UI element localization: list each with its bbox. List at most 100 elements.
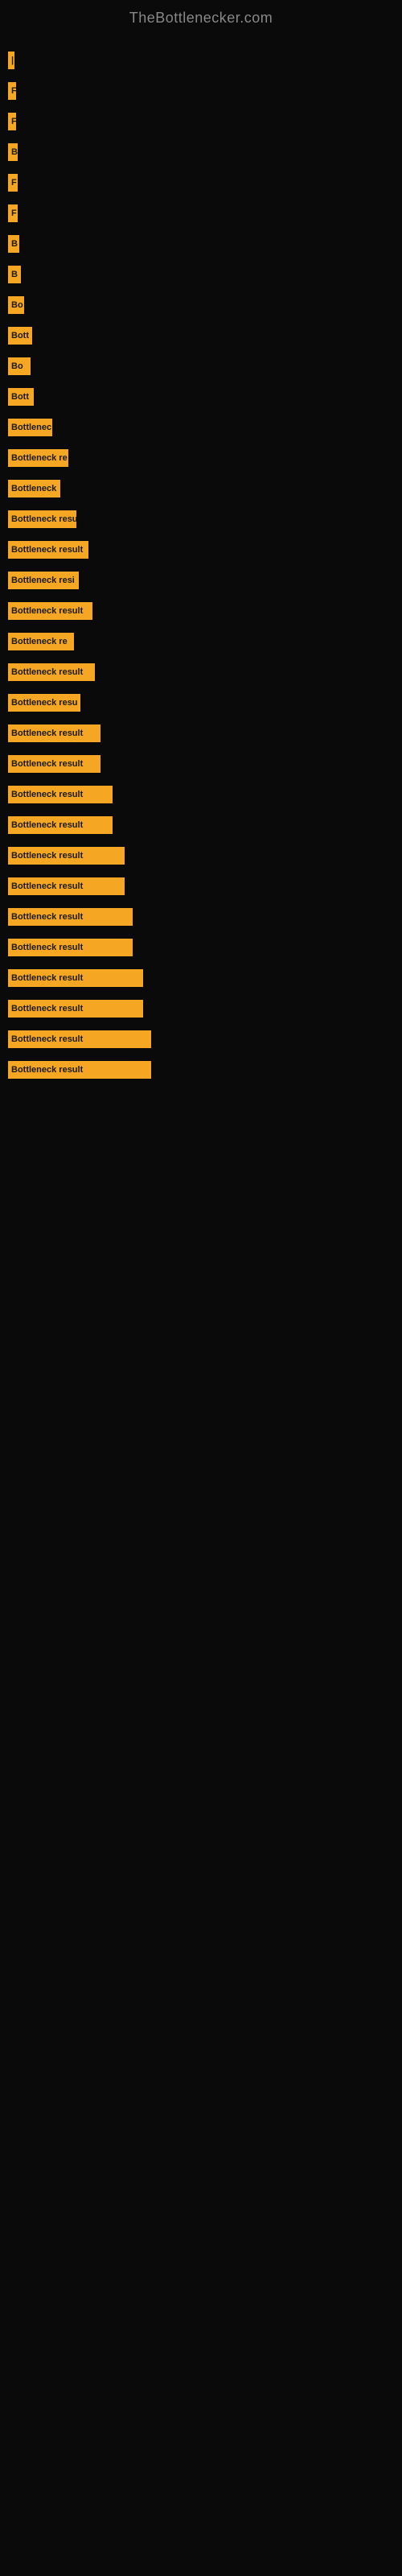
bar-row: Bottleneck result	[0, 814, 402, 836]
bar-item: Bott	[8, 388, 34, 406]
bar-item: Bottleneck result	[8, 1000, 143, 1018]
bar-row: Bottlenec	[0, 416, 402, 439]
bar-row: Bottleneck re	[0, 447, 402, 469]
bar-row: Bottleneck result	[0, 783, 402, 806]
bar-row: Bottleneck result	[0, 539, 402, 561]
bar-item: Bottleneck result	[8, 724, 100, 742]
bar-label: B	[11, 239, 18, 249]
bar-item: Bottleneck result	[8, 816, 113, 834]
bar-item: Bottleneck resu	[8, 510, 76, 528]
bar-label: Bottleneck result	[11, 545, 83, 555]
bar-label: Bott	[11, 392, 29, 402]
bar-item: F	[8, 204, 18, 222]
bar-label: |	[11, 56, 14, 65]
bar-row: Bottleneck result	[0, 661, 402, 683]
bar-label: Bottleneck result	[11, 1004, 83, 1013]
bar-item: Bott	[8, 327, 32, 345]
bar-item: Bottleneck resu	[8, 694, 80, 712]
bar-label: Bottleneck result	[11, 851, 83, 861]
bar-item: Bottleneck result	[8, 939, 133, 956]
bar-label: Bottleneck result	[11, 667, 83, 677]
bars-container: | F F B F F B B Bo Bott Bo Bott Bottlenec Bottleneck …	[0, 33, 402, 1105]
bar-label: Bo	[11, 300, 23, 310]
bar-item: B	[8, 235, 19, 253]
bar-label: Bottleneck result	[11, 759, 83, 769]
bar-item: Bottleneck result	[8, 1030, 151, 1048]
bar-row: F	[0, 202, 402, 225]
bar-row: Bottleneck result	[0, 1028, 402, 1051]
bar-item: Bottlenec	[8, 419, 52, 436]
bar-label: Bottleneck result	[11, 943, 83, 952]
bar-row: Bottleneck result	[0, 967, 402, 989]
bar-label: Bo	[11, 361, 23, 371]
bar-label: Bottleneck result	[11, 1034, 83, 1044]
bar-label: B	[11, 147, 18, 157]
bar-label: Bottleneck re	[11, 637, 68, 646]
bar-row: F	[0, 171, 402, 194]
bar-row: Bott	[0, 386, 402, 408]
bar-item: Bottleneck re	[8, 633, 74, 650]
bar-item: Bottleneck result	[8, 541, 88, 559]
bar-row: Bottleneck result	[0, 997, 402, 1020]
bar-label: Bott	[11, 331, 29, 341]
bar-item: F	[8, 174, 18, 192]
bar-label: Bottleneck result	[11, 912, 83, 922]
bar-label: Bottleneck resi	[11, 576, 75, 585]
bar-label: Bottleneck result	[11, 790, 83, 799]
bar-item: Bottleneck	[8, 480, 60, 497]
bar-row: Bottleneck	[0, 477, 402, 500]
bar-row: Bottleneck result	[0, 875, 402, 898]
bar-item: F	[8, 82, 16, 100]
bar-item: Bottleneck result	[8, 877, 125, 895]
bar-item: |	[8, 52, 14, 69]
bar-item: Bo	[8, 296, 24, 314]
bar-row: Bottleneck result	[0, 844, 402, 867]
bar-label: Bottleneck	[11, 484, 56, 493]
bar-row: Bottleneck result	[0, 600, 402, 622]
bar-label: Bottleneck result	[11, 729, 83, 738]
bar-item: Bo	[8, 357, 31, 375]
bar-label: Bottleneck re	[11, 453, 68, 463]
bar-label: Bottlenec	[11, 423, 51, 432]
bar-row: Bottleneck result	[0, 722, 402, 745]
bar-item: Bottleneck result	[8, 1061, 151, 1079]
bar-row: |	[0, 49, 402, 72]
bar-item: Bottleneck result	[8, 969, 143, 987]
bar-row: B	[0, 141, 402, 163]
bar-item: Bottleneck result	[8, 602, 92, 620]
bar-item: B	[8, 266, 21, 283]
bar-label: Bottleneck result	[11, 820, 83, 830]
bar-row: B	[0, 263, 402, 286]
bar-row: Bottleneck result	[0, 1059, 402, 1081]
bar-item: Bottleneck result	[8, 755, 100, 773]
bar-row: Bottleneck result	[0, 906, 402, 928]
bar-row: Bottleneck resu	[0, 691, 402, 714]
bar-label: Bottleneck result	[11, 973, 83, 983]
bar-label: Bottleneck resu	[11, 698, 78, 708]
bar-label: Bottleneck result	[11, 606, 83, 616]
bar-item: Bottleneck result	[8, 847, 125, 865]
bar-label: Bottleneck result	[11, 881, 83, 891]
bar-label: F	[11, 86, 16, 96]
bar-row: F	[0, 80, 402, 102]
bar-row: Bo	[0, 294, 402, 316]
bar-row: F	[0, 110, 402, 133]
bar-label: F	[11, 208, 17, 218]
bar-item: B	[8, 143, 18, 161]
bar-row: Bottleneck result	[0, 936, 402, 959]
bar-row: Bottleneck resu	[0, 508, 402, 530]
bar-item: Bottleneck re	[8, 449, 68, 467]
bar-item: Bottleneck result	[8, 908, 133, 926]
bar-row: B	[0, 233, 402, 255]
bar-row: Bo	[0, 355, 402, 378]
bar-item: Bottleneck resi	[8, 572, 79, 589]
bar-row: Bottleneck resi	[0, 569, 402, 592]
bar-item: Bottleneck result	[8, 663, 95, 681]
bar-label: B	[11, 270, 18, 279]
bar-row: Bottleneck re	[0, 630, 402, 653]
bar-row: Bottleneck result	[0, 753, 402, 775]
site-title: TheBottlenecker.com	[0, 0, 402, 33]
bar-label: F	[11, 117, 16, 126]
bar-item: Bottleneck result	[8, 786, 113, 803]
bar-label: Bottleneck result	[11, 1065, 83, 1075]
